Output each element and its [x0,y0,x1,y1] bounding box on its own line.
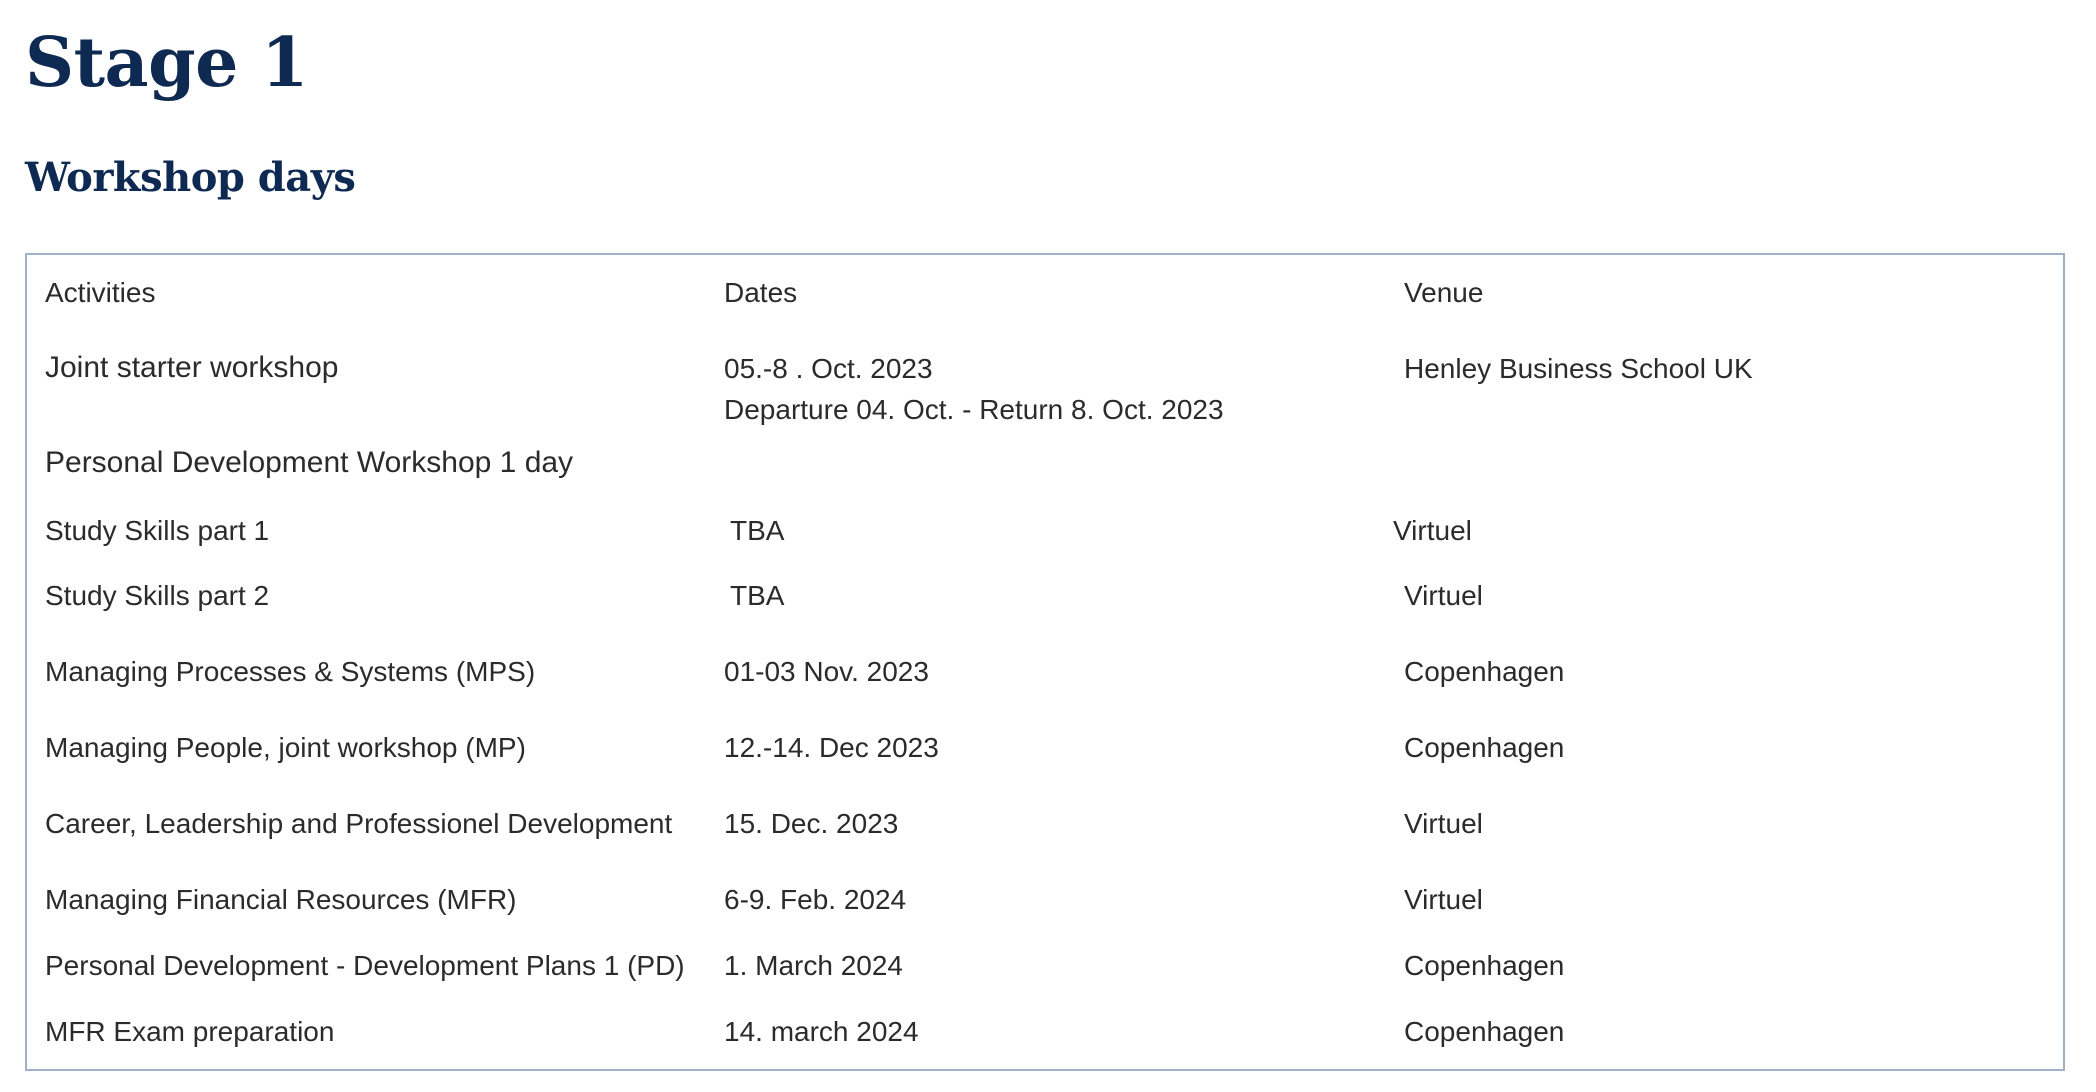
row-date: TBA [730,580,785,611]
row-activity: Study Skills part 1 [45,515,270,546]
header-activities: Activities [45,277,156,308]
header-dates: Dates [724,277,798,308]
row-date: 6-9. Feb. 2024 [724,884,907,915]
row-venue: Copenhagen [1404,732,1565,763]
row-date: TBA [730,515,785,546]
row-activity: Joint starter workshop [45,351,339,384]
row-activity: Managing Processes & Systems (MPS) [45,656,536,687]
row-date: 15. Dec. 2023 [724,808,899,839]
workshop-table: Activities Dates Venue Joint starter wor… [25,253,2065,1071]
row-venue: Virtuel [1393,515,1472,546]
row-venue: Copenhagen [1404,1016,1565,1047]
page-title: Stage 1 [25,23,308,103]
row-date: 01-03 Nov. 2023 [724,656,929,687]
row-venue: Copenhagen [1404,950,1565,981]
row-venue: Virtuel [1404,580,1483,611]
row-date: 14. march 2024 [724,1016,919,1047]
row-activity: Managing People, joint workshop (MP) [45,732,526,763]
row-activity: Personal Development Workshop 1 day [45,446,574,479]
section-title: Workshop days [25,154,356,201]
row-date-note: Departure 04. Oct. - Return 8. Oct. 2023 [724,394,1224,425]
row-activity: Personal Development - Development Plans… [45,950,685,981]
row-activity: Study Skills part 2 [45,580,270,611]
row-date: 12.-14. Dec 2023 [724,732,939,763]
row-date: 1. March 2024 [724,950,903,981]
row-venue: Virtuel [1404,884,1483,915]
row-venue: Copenhagen [1404,656,1565,687]
header-venue: Venue [1404,277,1484,308]
row-venue: Henley Business School UK [1404,353,1753,384]
row-date: 05.-8 . Oct. 2023 [724,353,933,384]
row-activity: Career, Leadership and Professionel Deve… [45,808,673,839]
row-activity: Managing Financial Resources (MFR) [45,884,517,915]
row-activity: MFR Exam preparation [45,1016,335,1047]
row-venue: Virtuel [1404,808,1483,839]
